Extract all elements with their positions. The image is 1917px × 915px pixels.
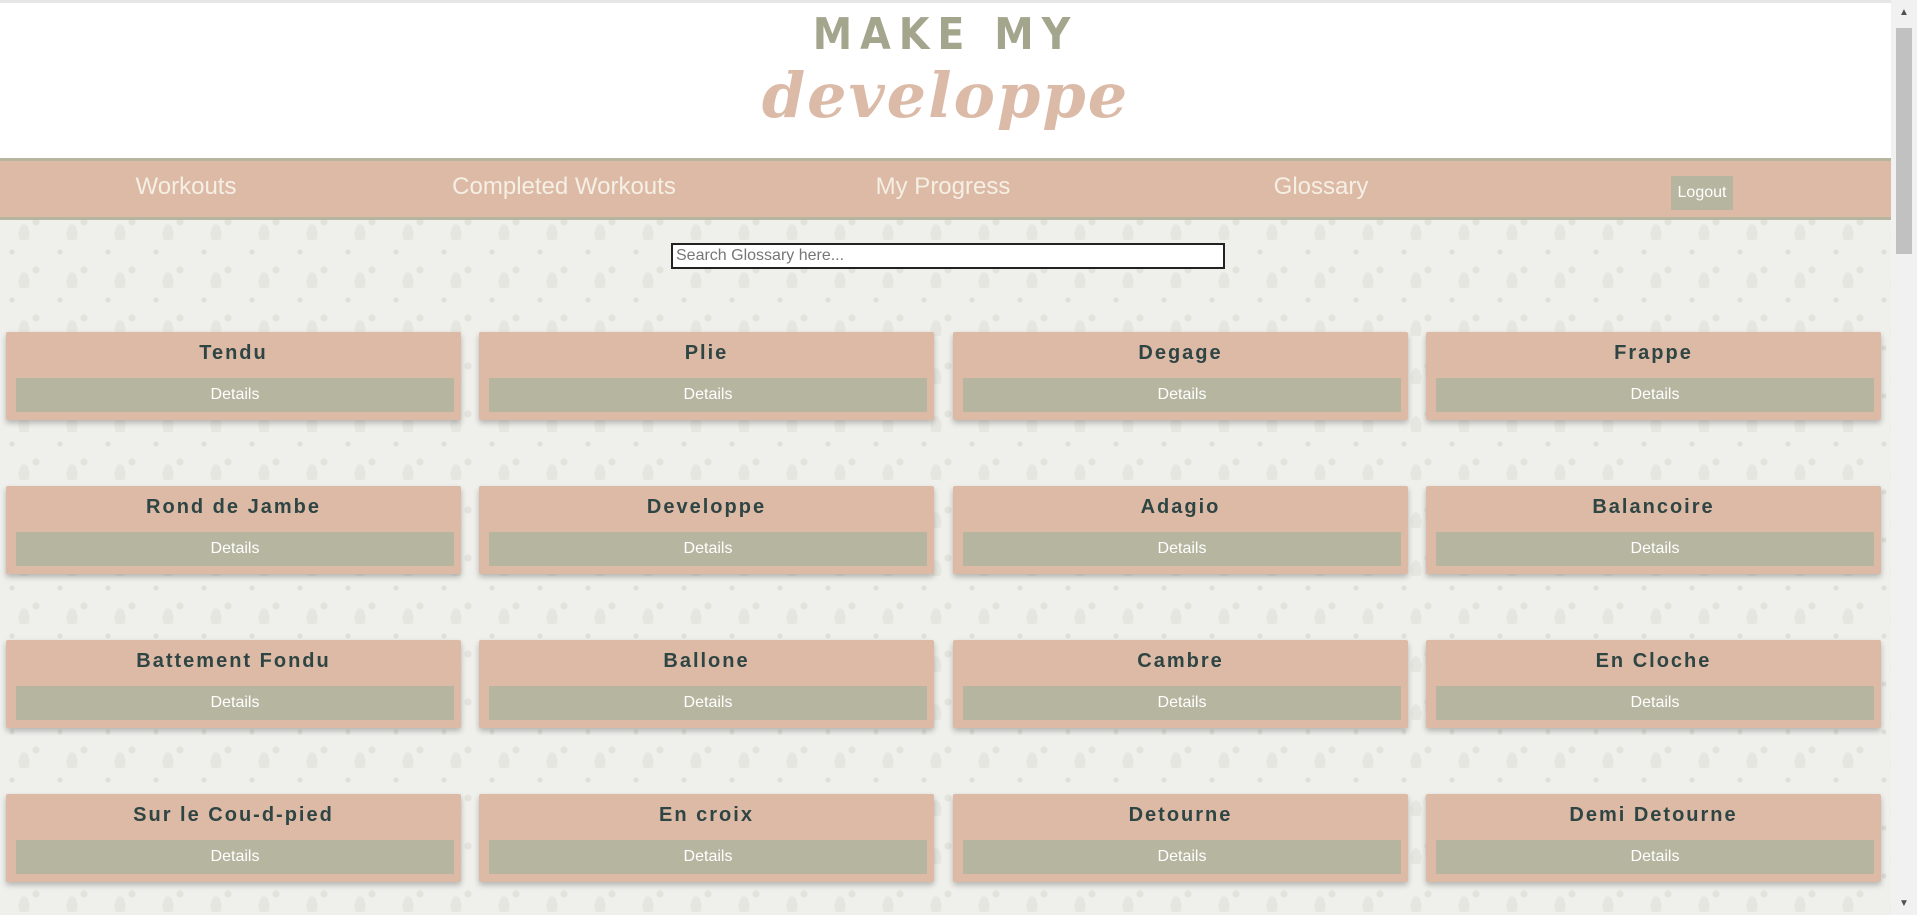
logo-text-bottom: developpe	[761, 59, 1130, 132]
details-button[interactable]: Details	[963, 686, 1401, 720]
glossary-card: Developpe Details	[479, 486, 934, 574]
glossary-card-title: Developpe	[646, 496, 767, 518]
triangle-down-icon[interactable]: ▼	[1891, 893, 1917, 913]
glossary-card-title: Adagio	[1140, 496, 1221, 518]
site-header: MAKE MY developpe	[0, 0, 1891, 158]
glossary-card: Plie Details	[479, 332, 934, 420]
glossary-card-title: Detourne	[1128, 804, 1233, 826]
page-background: MAKE MY developpe Workouts Completed Wor…	[0, 0, 1891, 915]
details-button[interactable]: Details	[1436, 686, 1874, 720]
details-button[interactable]: Details	[963, 840, 1401, 874]
glossary-card: Demi Detourne Details	[1426, 794, 1881, 882]
nav-workouts[interactable]: Workouts	[136, 173, 237, 201]
details-button[interactable]: Details	[16, 378, 454, 412]
glossary-card-title: Sur le Cou-d-pied	[133, 804, 334, 826]
glossary-card-title: Rond de Jambe	[146, 496, 321, 518]
details-button[interactable]: Details	[16, 840, 454, 874]
glossary-card: Detourne Details	[953, 794, 1408, 882]
details-button[interactable]: Details	[963, 378, 1401, 412]
glossary-card-title: Demi Detourne	[1569, 804, 1738, 826]
scrollbar-thumb[interactable]	[1896, 28, 1912, 254]
glossary-card-title: En croix	[659, 804, 754, 826]
glossary-card: En croix Details	[479, 794, 934, 882]
details-button[interactable]: Details	[16, 532, 454, 566]
glossary-card-title: Balancoire	[1592, 496, 1715, 518]
glossary-card: En Cloche Details	[1426, 640, 1881, 728]
glossary-card-title: Frappe	[1614, 342, 1693, 364]
nav-completed-workouts[interactable]: Completed Workouts	[452, 173, 676, 201]
glossary-search-input[interactable]	[671, 243, 1225, 269]
glossary-card: Sur le Cou-d-pied Details	[6, 794, 461, 882]
details-button[interactable]: Details	[16, 686, 454, 720]
details-button[interactable]: Details	[1436, 378, 1874, 412]
glossary-card: Ballone Details	[479, 640, 934, 728]
details-button[interactable]: Details	[489, 378, 927, 412]
triangle-up-icon[interactable]: ▲	[1891, 2, 1917, 22]
glossary-card: Tendu Details	[6, 332, 461, 420]
glossary-card-title: Ballone	[663, 650, 750, 672]
glossary-card: Frappe Details	[1426, 332, 1881, 420]
nav-glossary[interactable]: Glossary	[1274, 173, 1369, 201]
glossary-card-title: Plie	[684, 342, 729, 364]
details-button[interactable]: Details	[489, 686, 927, 720]
main-navbar: Workouts Completed Workouts My Progress …	[0, 158, 1891, 220]
logout-button[interactable]: Logout	[1671, 176, 1733, 210]
glossary-card-title: Cambre	[1137, 650, 1224, 672]
logo-text-top: MAKE MY	[812, 9, 1079, 60]
details-button[interactable]: Details	[1436, 840, 1874, 874]
glossary-card: Adagio Details	[953, 486, 1408, 574]
details-button[interactable]: Details	[1436, 532, 1874, 566]
glossary-card-title: Degage	[1138, 342, 1223, 364]
glossary-card-title: Battement Fondu	[136, 650, 331, 672]
glossary-card: Balancoire Details	[1426, 486, 1881, 574]
details-button[interactable]: Details	[963, 532, 1401, 566]
glossary-card: Cambre Details	[953, 640, 1408, 728]
glossary-card-title: En Cloche	[1595, 650, 1712, 672]
nav-my-progress[interactable]: My Progress	[876, 173, 1011, 201]
page-scrollbar[interactable]: ▲ ▼	[1891, 0, 1917, 915]
details-button[interactable]: Details	[489, 532, 927, 566]
glossary-card-title: Tendu	[199, 342, 268, 364]
glossary-card: Degage Details	[953, 332, 1408, 420]
details-button[interactable]: Details	[489, 840, 927, 874]
glossary-card: Battement Fondu Details	[6, 640, 461, 728]
glossary-card: Rond de Jambe Details	[6, 486, 461, 574]
